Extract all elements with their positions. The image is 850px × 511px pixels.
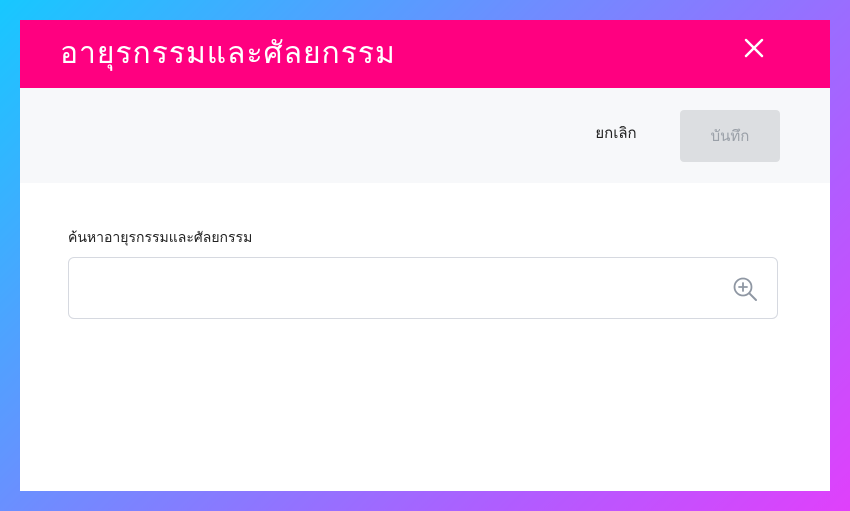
close-icon — [744, 38, 764, 58]
save-button[interactable]: บันทึก — [680, 110, 780, 162]
search-field[interactable] — [68, 257, 778, 319]
dialog: อายุรกรรมและศัลยกรรม ยกเลิก บันทึก ค้นหา… — [20, 20, 830, 491]
zoom-in-icon[interactable] — [731, 275, 759, 303]
cancel-button[interactable]: ยกเลิก — [576, 112, 656, 154]
dialog-header: อายุรกรรมและศัลยกรรม — [20, 20, 830, 88]
search-input[interactable] — [83, 258, 707, 319]
dialog-toolbar: ยกเลิก บันทึก — [20, 88, 830, 183]
search-label: ค้นหาอายุรกรรมและศัลยกรรม — [68, 230, 253, 246]
dialog-title: อายุรกรรมและศัลยกรรม — [60, 36, 396, 71]
close-button[interactable] — [742, 36, 766, 60]
